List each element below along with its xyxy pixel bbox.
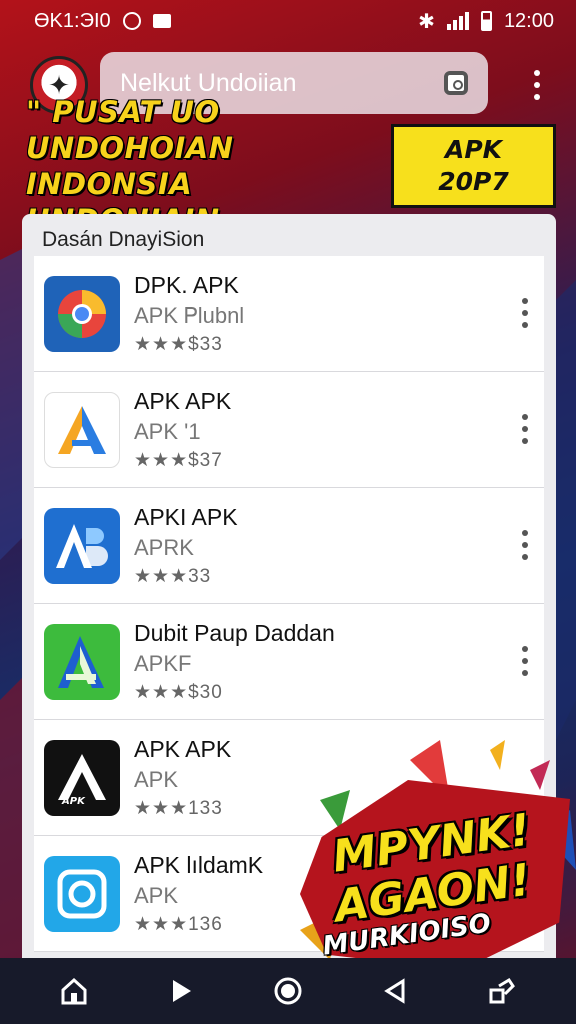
battery-icon	[480, 11, 492, 31]
chrome-like-icon[interactable]	[44, 275, 120, 352]
more-options-icon[interactable]	[522, 646, 528, 676]
list-item[interactable]: APKI APK APRK ★★★33	[34, 488, 544, 604]
settings-status-icon	[122, 12, 141, 30]
bluetooth-icon: ✱	[418, 10, 435, 33]
app-subtitle: APKF	[134, 650, 192, 676]
navigation-bar	[0, 958, 576, 1024]
app-info: APKI APK APRK ★★★33	[134, 504, 238, 588]
status-bar: ӨK1:ЭI0 ✱ 12:00	[0, 0, 576, 42]
play-icon[interactable]	[161, 971, 201, 1011]
app-name: Dubit Paup Daddan	[134, 619, 335, 646]
circle-home-icon[interactable]	[268, 971, 308, 1011]
list-item[interactable]: Dubit Paup Daddan APKF ★★★$30	[34, 604, 544, 720]
app-subtitle: APRK	[134, 534, 194, 560]
camera-lens-icon[interactable]	[444, 71, 468, 95]
section-title: Dasán DnayiSion	[42, 228, 205, 251]
banner-headline: " PUSAT UO UNDOHOIAN INDONSIA UNDONIAIN	[22, 95, 391, 237]
recent-apps-icon[interactable]	[482, 971, 522, 1011]
app-name: DPK. APK	[134, 271, 239, 298]
list-item[interactable]: DPK. APK APK Ꮲlubnl ★★★$33	[34, 256, 544, 372]
svg-text:APK: APK	[61, 796, 86, 807]
status-left: ӨK1:ЭI0	[34, 10, 171, 33]
more-options-icon[interactable]	[522, 298, 528, 328]
app-name: APK APK	[134, 735, 232, 762]
app-rating: ★★★$30	[134, 681, 223, 703]
app-info: Dubit Paup Daddan APKF ★★★$30	[134, 620, 335, 704]
promo-banner[interactable]: " PUSAT UO UNDOHOIAN INDONSIA UNDONIAIN …	[22, 95, 556, 237]
app-subtitle: APK	[134, 882, 179, 908]
more-options-icon[interactable]	[522, 530, 528, 560]
signal-icon	[446, 12, 469, 30]
black-a-icon[interactable]: APK	[44, 739, 120, 816]
more-options-icon[interactable]	[522, 414, 528, 444]
camera-app-icon[interactable]	[44, 855, 120, 932]
status-time: 12:00	[503, 9, 554, 32]
app-info: APK APK APK ★★★133	[134, 736, 231, 820]
app-subtitle: APK '1	[134, 418, 201, 444]
app-info: DPK. APK APK Ꮲlubnl ★★★$33	[134, 272, 244, 356]
app-rating: ★★★33	[134, 565, 212, 587]
banner-badge[interactable]: APK 20P7	[391, 124, 556, 208]
app-rating: ★★★$33	[134, 333, 223, 355]
app-info: APK APK APK '1 ★★★$37	[134, 388, 231, 472]
badge-line1: APK	[444, 135, 503, 164]
back-icon[interactable]	[375, 971, 415, 1011]
app-subtitle: APK	[134, 766, 179, 792]
home-icon[interactable]	[54, 971, 94, 1011]
status-left-text: ӨK1:ЭI0	[34, 9, 111, 32]
a-triangle-icon[interactable]	[44, 391, 120, 468]
ab-letter-icon[interactable]	[44, 507, 120, 584]
promo-sticker[interactable]: MPYNK! AGAON! MURKIOISO	[300, 740, 576, 980]
app-name: APKI APK	[134, 503, 238, 530]
status-right: ✱ 12:00	[418, 9, 554, 34]
list-item[interactable]: APK APK APK '1 ★★★$37	[34, 372, 544, 488]
app-name: APK APK	[134, 387, 232, 414]
app-info: APK lıldamK APK ★★★136	[134, 852, 263, 936]
message-status-icon	[152, 14, 171, 28]
badge-line2: 20P7	[438, 167, 509, 196]
app-rating: ★★★136	[134, 913, 223, 935]
banner-line1: " PUSAT UO UNDOHOIAN	[26, 95, 234, 165]
green-a-icon[interactable]	[44, 623, 120, 700]
app-subtitle: APK Ꮲlubnl	[134, 302, 245, 328]
app-rating: ★★★133	[134, 797, 223, 819]
app-rating: ★★★$37	[134, 449, 223, 471]
app-name: APK lıldamK	[134, 851, 264, 878]
more-vertical-icon[interactable]	[534, 70, 542, 100]
